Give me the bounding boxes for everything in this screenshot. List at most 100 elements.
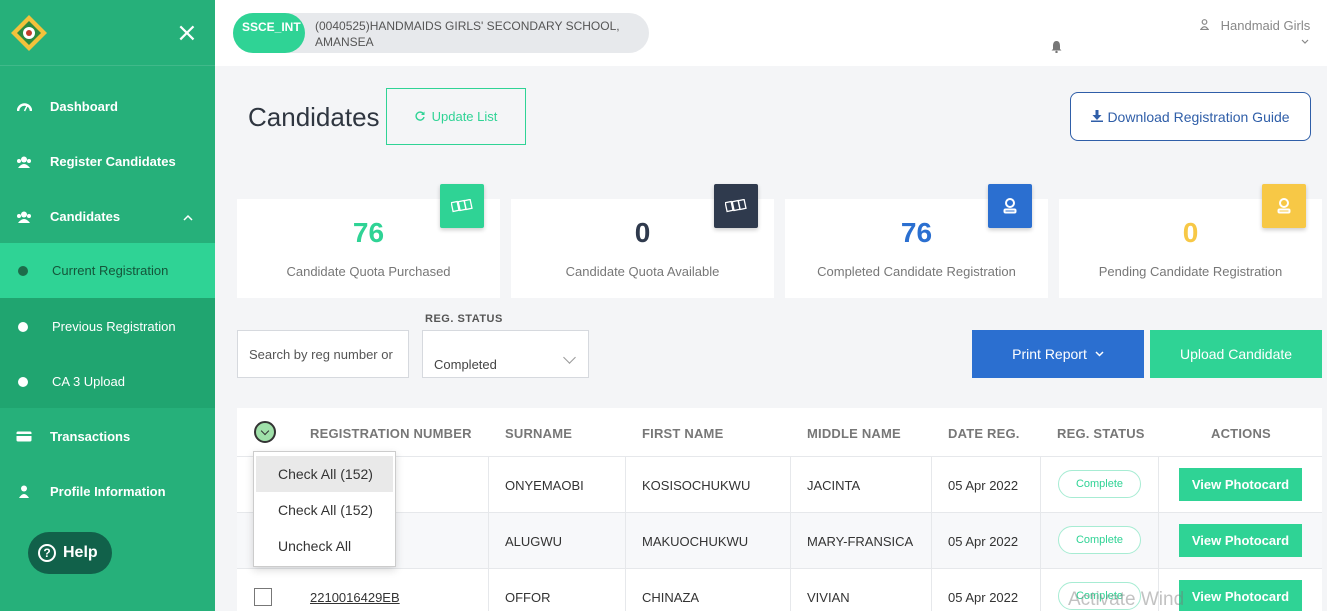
- sidebar-item-register-candidates[interactable]: Register Candidates: [0, 134, 215, 189]
- sidebar-item-candidates[interactable]: Candidates: [0, 189, 215, 244]
- sidebar-item-label: CA 3 Upload: [52, 374, 125, 389]
- stat-card-quota-available: 0 Candidate Quota Available: [511, 184, 774, 298]
- chevron-down-icon: [260, 426, 270, 435]
- cell-middle-name: JACINTA: [807, 478, 861, 493]
- view-photocard-button[interactable]: View Photocard: [1179, 524, 1302, 557]
- user-icon: [16, 485, 32, 499]
- column-header[interactable]: SURNAME: [505, 426, 572, 441]
- users-icon: [16, 210, 32, 224]
- user-menu[interactable]: Handmaid Girls: [1199, 18, 1311, 33]
- download-icon: [1091, 109, 1104, 125]
- cell-first-name: KOSISOCHUKWU: [642, 478, 751, 493]
- stat-caption: Pending Candidate Registration: [1098, 264, 1283, 279]
- cell-first-name: MAKUOCHUKWU: [642, 534, 749, 549]
- chevron-down-icon[interactable]: [1301, 36, 1309, 47]
- column-header[interactable]: MIDDLE NAME: [807, 426, 901, 441]
- card-icon: [16, 430, 32, 444]
- row-checkbox[interactable]: [254, 588, 272, 606]
- chevron-down-icon: [1095, 349, 1104, 360]
- reg-status-label: REG. STATUS: [425, 313, 503, 325]
- sidebar-header: ×: [0, 0, 215, 66]
- update-list-button[interactable]: Update List: [386, 88, 526, 145]
- refresh-icon: [415, 109, 425, 124]
- column-header[interactable]: FIRST NAME: [642, 426, 723, 441]
- column-divider: [1040, 456, 1041, 611]
- exam-code-badge: SSCE_INT: [233, 13, 305, 53]
- cell-first-name: CHINAZA: [642, 590, 700, 605]
- sidebar-item-previous-registration[interactable]: Previous Registration: [0, 299, 215, 354]
- status-badge: Complete: [1058, 470, 1141, 498]
- column-divider: [625, 456, 626, 611]
- column-divider: [790, 456, 791, 611]
- reg-status-value: Completed: [434, 357, 497, 372]
- reg-status-select[interactable]: Completed: [422, 330, 589, 378]
- stat-value: 0: [634, 217, 651, 248]
- sidebar-item-label: Profile Information: [50, 484, 166, 499]
- sidebar-item-current-registration[interactable]: Current Registration: [0, 243, 215, 298]
- cell-date: 05 Apr 2022: [948, 478, 1019, 493]
- logo: [11, 15, 47, 51]
- stat-card-completed-registration: 76 Completed Candidate Registration: [785, 184, 1048, 298]
- stat-value: 0: [1182, 217, 1199, 248]
- stat-caption: Candidate Quota Purchased: [286, 264, 451, 279]
- bullet-icon: [18, 321, 28, 332]
- candidates-table: REGISTRATION NUMBER SURNAME FIRST NAME M…: [237, 408, 1322, 611]
- print-report-button[interactable]: Print Report: [972, 330, 1144, 378]
- column-header[interactable]: REGISTRATION NUMBER: [310, 426, 472, 441]
- column-divider: [1158, 456, 1159, 611]
- bell-icon[interactable]: [1051, 40, 1062, 53]
- dropdown-item-check-all[interactable]: Check All (152): [254, 492, 395, 528]
- chevron-up-icon: [183, 210, 193, 224]
- gauge-icon: [16, 100, 32, 114]
- help-button[interactable]: ? Help: [28, 532, 112, 574]
- sidebar: × Dashboard Register Candidates Candidat…: [0, 0, 215, 611]
- column-divider: [931, 456, 932, 611]
- topbar: SSCE_INT (0040525)HANDMAIDS GIRLS' SECON…: [215, 0, 1327, 66]
- cell-date: 05 Apr 2022: [948, 590, 1019, 605]
- stat-caption: Completed Candidate Registration: [817, 264, 1016, 279]
- registration-number-link[interactable]: 2210016429EB: [310, 590, 400, 605]
- table-row: ALUGWU MAKUOCHUKWU MARY-FRANSICA 05 Apr …: [237, 512, 1322, 568]
- download-guide-button[interactable]: Download Registration Guide: [1070, 92, 1311, 141]
- column-header[interactable]: REG. STATUS: [1057, 426, 1145, 441]
- sidebar-item-label: Register Candidates: [50, 154, 176, 169]
- sidebar-item-label: Candidates: [50, 209, 121, 224]
- stat-card-pending-registration: 0 Pending Candidate Registration: [1059, 184, 1322, 298]
- upload-candidate-button[interactable]: Upload Candidate: [1150, 330, 1322, 378]
- sidebar-item-ca3-upload[interactable]: CA 3 Upload: [0, 354, 215, 409]
- exam-selector[interactable]: SSCE_INT (0040525)HANDMAIDS GIRLS' SECON…: [233, 13, 649, 53]
- cell-date: 05 Apr 2022: [948, 534, 1019, 549]
- sidebar-item-profile-information[interactable]: Profile Information: [0, 464, 215, 519]
- close-sidebar-icon[interactable]: ×: [176, 20, 198, 46]
- view-photocard-button[interactable]: View Photocard: [1179, 468, 1302, 501]
- dropdown-item-uncheck-all[interactable]: Uncheck All: [254, 528, 395, 564]
- sidebar-item-label: Transactions: [50, 429, 131, 444]
- cell-middle-name: MARY-FRANSICA: [807, 534, 914, 549]
- update-list-label: Update List: [431, 109, 498, 124]
- dropdown-item-check-all[interactable]: Check All (152): [256, 456, 393, 492]
- view-photocard-button[interactable]: View Photocard: [1179, 580, 1302, 611]
- sidebar-item-transactions[interactable]: Transactions: [0, 409, 215, 464]
- cell-surname: OFFOR: [505, 590, 551, 605]
- stat-value: 76: [900, 217, 933, 248]
- check-all-dropdown: Check All (152) Check All (152) Uncheck …: [253, 451, 396, 567]
- column-header[interactable]: ACTIONS: [1211, 426, 1271, 441]
- stat-card-quota-purchased: 76 Candidate Quota Purchased: [237, 184, 500, 298]
- upload-candidate-label: Upload Candidate: [1179, 346, 1293, 362]
- os-activation-watermark: Activate Wind: [1068, 589, 1185, 610]
- stat-caption: Candidate Quota Available: [565, 264, 720, 279]
- sidebar-item-dashboard[interactable]: Dashboard: [0, 79, 215, 134]
- column-divider: [488, 456, 489, 611]
- question-icon: ?: [38, 544, 56, 562]
- select-all-checkbox[interactable]: [254, 421, 276, 443]
- status-badge: Complete: [1058, 526, 1141, 554]
- column-header[interactable]: DATE REG.: [948, 426, 1020, 441]
- print-report-label: Print Report: [1012, 346, 1087, 362]
- page-title: Candidates: [248, 102, 380, 132]
- bullet-icon: [18, 265, 28, 276]
- sidebar-item-label: Previous Registration: [52, 319, 176, 334]
- cell-surname: ALUGWU: [505, 534, 563, 549]
- search-input[interactable]: [237, 330, 409, 378]
- download-guide-label: Download Registration Guide: [1107, 108, 1290, 125]
- user-name: Handmaid Girls: [1220, 18, 1311, 33]
